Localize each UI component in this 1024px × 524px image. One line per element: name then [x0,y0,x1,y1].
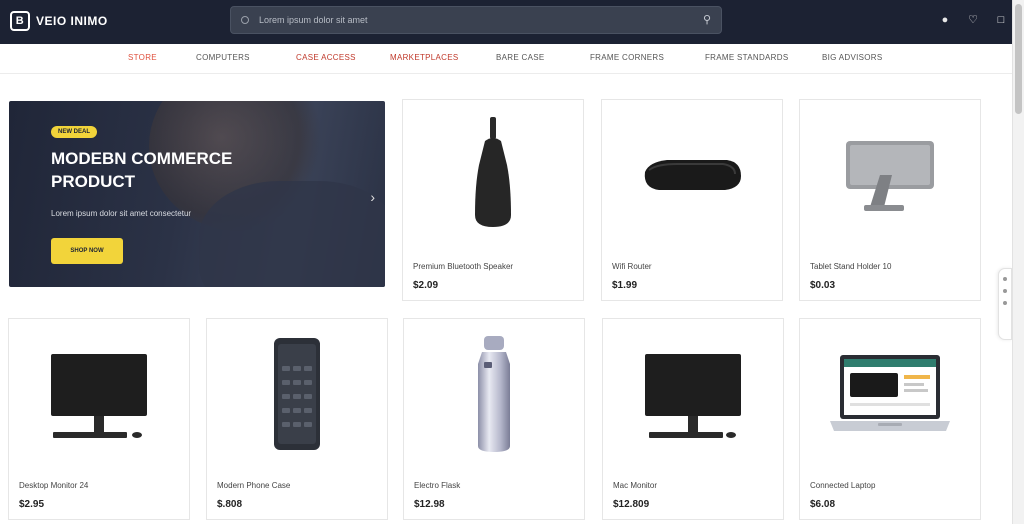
product-price: $12.98 [414,499,445,510]
logo-icon: B [10,11,30,31]
page-scrollbar[interactable] [1012,0,1024,524]
product-image [207,319,387,469]
product-image [602,100,782,250]
product-card[interactable]: Desktop Monitor 24 $2.95 [8,318,190,520]
heart-icon[interactable]: ♡ [968,13,978,27]
nav-item-computers[interactable]: COMPUTERS [196,53,250,62]
hero-subtitle: Lorem ipsum dolor sit amet consectetur [51,209,192,218]
top-navigation-bar: B VEIO INIMO ⚲ ● ♡ □ [0,0,1024,44]
product-card[interactable]: Connected Laptop $6.08 [799,318,981,520]
hero-badge: NEW DEAL [51,126,97,138]
product-name: Mac Monitor [613,481,658,490]
nav-item-big-advisors[interactable]: BIG ADVISORS [822,53,883,62]
product-price: $0.03 [810,280,836,291]
product-image [800,100,980,250]
cart-icon[interactable]: □ [996,13,1006,27]
product-card[interactable]: Mac Monitor $12.809 [602,318,784,520]
search-input[interactable] [259,7,689,33]
product-price: $6.08 [810,499,836,510]
nav-item-frame-standards[interactable]: FRAME STANDARDS [705,53,788,62]
nav-item-case-access[interactable]: CASE ACCESS [296,53,356,62]
nav-item-frame-corners[interactable]: FRAME CORNERS [590,53,664,62]
product-name: Electro Flask [414,481,461,490]
nav-item-bare-case[interactable]: BARE CASE [496,53,545,62]
product-price: $2.09 [413,280,439,291]
scrollbar-thumb[interactable] [1015,4,1022,114]
category-nav: STORE COMPUTERS CASE ACCESS MARKETPLACES… [0,44,1012,74]
search-scope-icon [241,16,249,24]
side-feedback-tab[interactable] [998,268,1012,340]
product-name: Wifi Router [612,262,652,271]
side-tab-dot [1003,277,1007,281]
product-name: Modern Phone Case [217,481,291,490]
side-tab-dot [1003,289,1007,293]
carousel-next-icon[interactable]: › [370,189,375,205]
nav-item-marketplaces[interactable]: MARKETPLACES [390,53,459,62]
product-name: Premium Bluetooth Speaker [413,262,514,271]
product-card[interactable]: Wifi Router $1.99 [601,99,783,301]
product-card[interactable]: Modern Phone Case $.808 [206,318,388,520]
brand-logo[interactable]: B VEIO INIMO [10,11,108,31]
product-name: Connected Laptop [810,481,876,490]
user-icon[interactable]: ● [940,13,950,27]
search-icon[interactable]: ⚲ [703,13,711,26]
nav-item-store[interactable]: STORE [128,53,157,62]
product-name: Tablet Stand Holder 10 [810,262,892,271]
product-image [603,319,783,469]
product-image [403,100,583,250]
hero-cta-button[interactable]: SHOP NOW [51,238,123,264]
product-price: $2.95 [19,499,45,510]
product-card[interactable]: Tablet Stand Holder 10 $0.03 [799,99,981,301]
side-tab-dot [1003,301,1007,305]
product-image [9,319,189,469]
product-image [800,319,980,469]
product-name: Desktop Monitor 24 [19,481,89,490]
product-price: $12.809 [613,499,650,510]
hero-image-shadow [199,181,385,287]
header-actions: ● ♡ □ [940,13,1006,27]
brand-name: VEIO INIMO [36,14,108,28]
product-price: $1.99 [612,280,638,291]
hero-title: MODEBN COMMERCE PRODUCT [51,149,233,191]
search-bar[interactable]: ⚲ [230,6,722,34]
product-card[interactable]: Electro Flask $12.98 [403,318,585,520]
hero-banner[interactable]: NEW DEAL MODEBN COMMERCE PRODUCT Lorem i… [9,101,385,287]
product-image [404,319,584,469]
product-card[interactable]: Premium Bluetooth Speaker $2.09 [402,99,584,301]
product-price: $.808 [217,499,243,510]
